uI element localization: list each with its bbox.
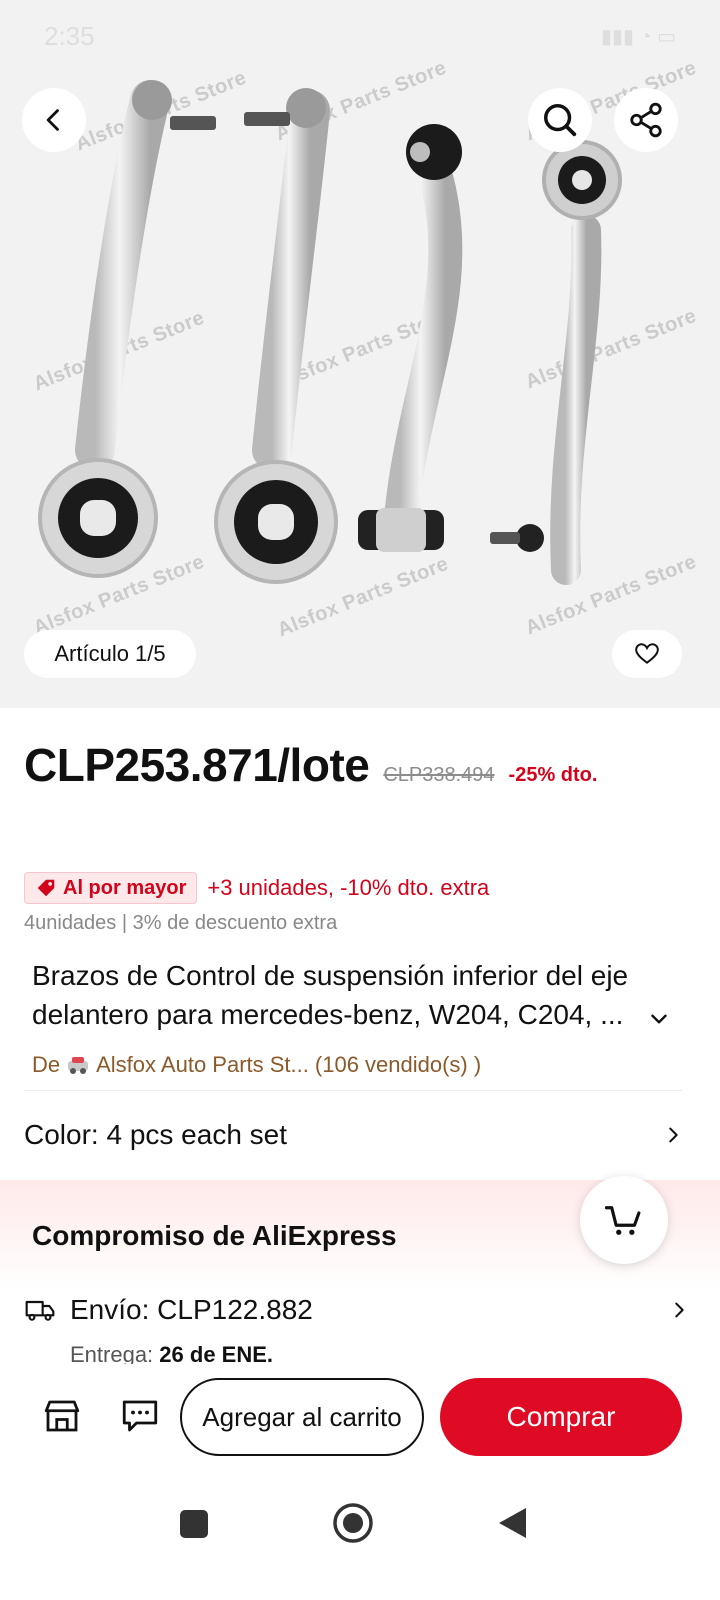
control-arm-1 <box>38 80 216 578</box>
bulk-offer-text: +3 unidades, -10% dto. extra <box>207 875 490 900</box>
chevron-left-icon <box>46 109 59 131</box>
store-button[interactable] <box>32 1386 92 1446</box>
product-image-gallery[interactable]: 2:35 ▮▮▮ ◔ ▭ Alsfox Parts Store Alsfox P… <box>0 0 720 708</box>
truck-icon <box>25 1300 55 1321</box>
search-icon <box>544 104 577 137</box>
cart-icon <box>604 1206 641 1235</box>
delivery-estimate: Entrega: 26 de ENE. <box>70 1342 273 1364</box>
share-icon <box>630 102 662 138</box>
price-row: CLP253.871/lote CLP338.494 -25% dto. <box>24 738 597 792</box>
bulk-badge: Al por mayor <box>24 872 198 904</box>
heart-icon <box>635 643 659 664</box>
status-icons: ▮▮▮ ◔ ▭ <box>600 25 676 48</box>
product-photo <box>38 80 622 585</box>
chat-button[interactable] <box>110 1386 170 1446</box>
discount-label: -25% dto. <box>508 764 598 786</box>
share-button[interactable] <box>614 88 678 152</box>
seller-logo-icon <box>68 1057 89 1074</box>
status-time: 2:35 <box>44 20 95 51</box>
add-to-cart-button[interactable]: Agregar al carrito <box>180 1378 424 1456</box>
image-counter-label: Artículo 1/5 <box>54 641 166 666</box>
control-arm-3 <box>358 124 463 552</box>
store-icon <box>44 1400 80 1432</box>
bulk-offer-row[interactable]: Al por mayor +3 unidades, -10% dto. extr… <box>24 872 489 904</box>
seller-sold-count: (106 vendido(s) ) <box>314 1052 482 1077</box>
system-navigation-bar <box>0 1480 720 1600</box>
delivery-label: Entrega: <box>70 1342 154 1364</box>
floating-cart-button[interactable] <box>580 1176 668 1264</box>
wishlist-button[interactable] <box>612 630 682 678</box>
chevron-right-icon <box>675 1302 684 1318</box>
variant-selector[interactable]: Color: 4 pcs each set <box>24 1112 684 1158</box>
original-price: CLP338.494 <box>383 764 495 786</box>
image-counter: Artículo 1/5 <box>24 630 196 678</box>
home-icon[interactable] <box>332 1502 374 1544</box>
back-button[interactable] <box>22 88 86 152</box>
variant-label: Color: 4 pcs each set <box>24 1119 288 1150</box>
back-nav-icon[interactable] <box>496 1506 528 1540</box>
control-arm-2 <box>214 88 338 584</box>
control-arm-4 <box>490 140 622 585</box>
bulk-badge-label: Al por mayor <box>63 876 187 899</box>
current-price: CLP253.871/lote <box>24 739 370 791</box>
recent-apps-icon[interactable] <box>178 1508 210 1540</box>
delivery-date: 26 de ENE. <box>159 1342 274 1364</box>
commitment-title: Compromiso de AliExpress <box>32 1220 397 1251</box>
shipping-row[interactable]: Envío: CLP122.882 <box>24 1288 690 1332</box>
seller-prefix: De <box>32 1052 61 1077</box>
seller-name: Alsfox Auto Parts St... <box>96 1052 309 1077</box>
buy-now-button[interactable]: Comprar <box>440 1378 682 1456</box>
seller-link[interactable]: De Alsfox Auto Parts St... (106 vendido(… <box>32 1052 481 1078</box>
shipping-cost: Envío: CLP122.882 <box>70 1294 313 1325</box>
bulk-offer-subtext: 4unidades | 3% de descuento extra <box>24 912 338 934</box>
divider <box>24 1090 682 1091</box>
chevron-right-icon <box>669 1127 678 1143</box>
chat-icon <box>122 1400 158 1432</box>
tag-icon <box>37 879 55 897</box>
product-title[interactable]: Brazos de Control de suspensión inferior… <box>32 956 672 1034</box>
search-button[interactable] <box>528 88 592 152</box>
chevron-down-icon[interactable] <box>646 1006 672 1032</box>
